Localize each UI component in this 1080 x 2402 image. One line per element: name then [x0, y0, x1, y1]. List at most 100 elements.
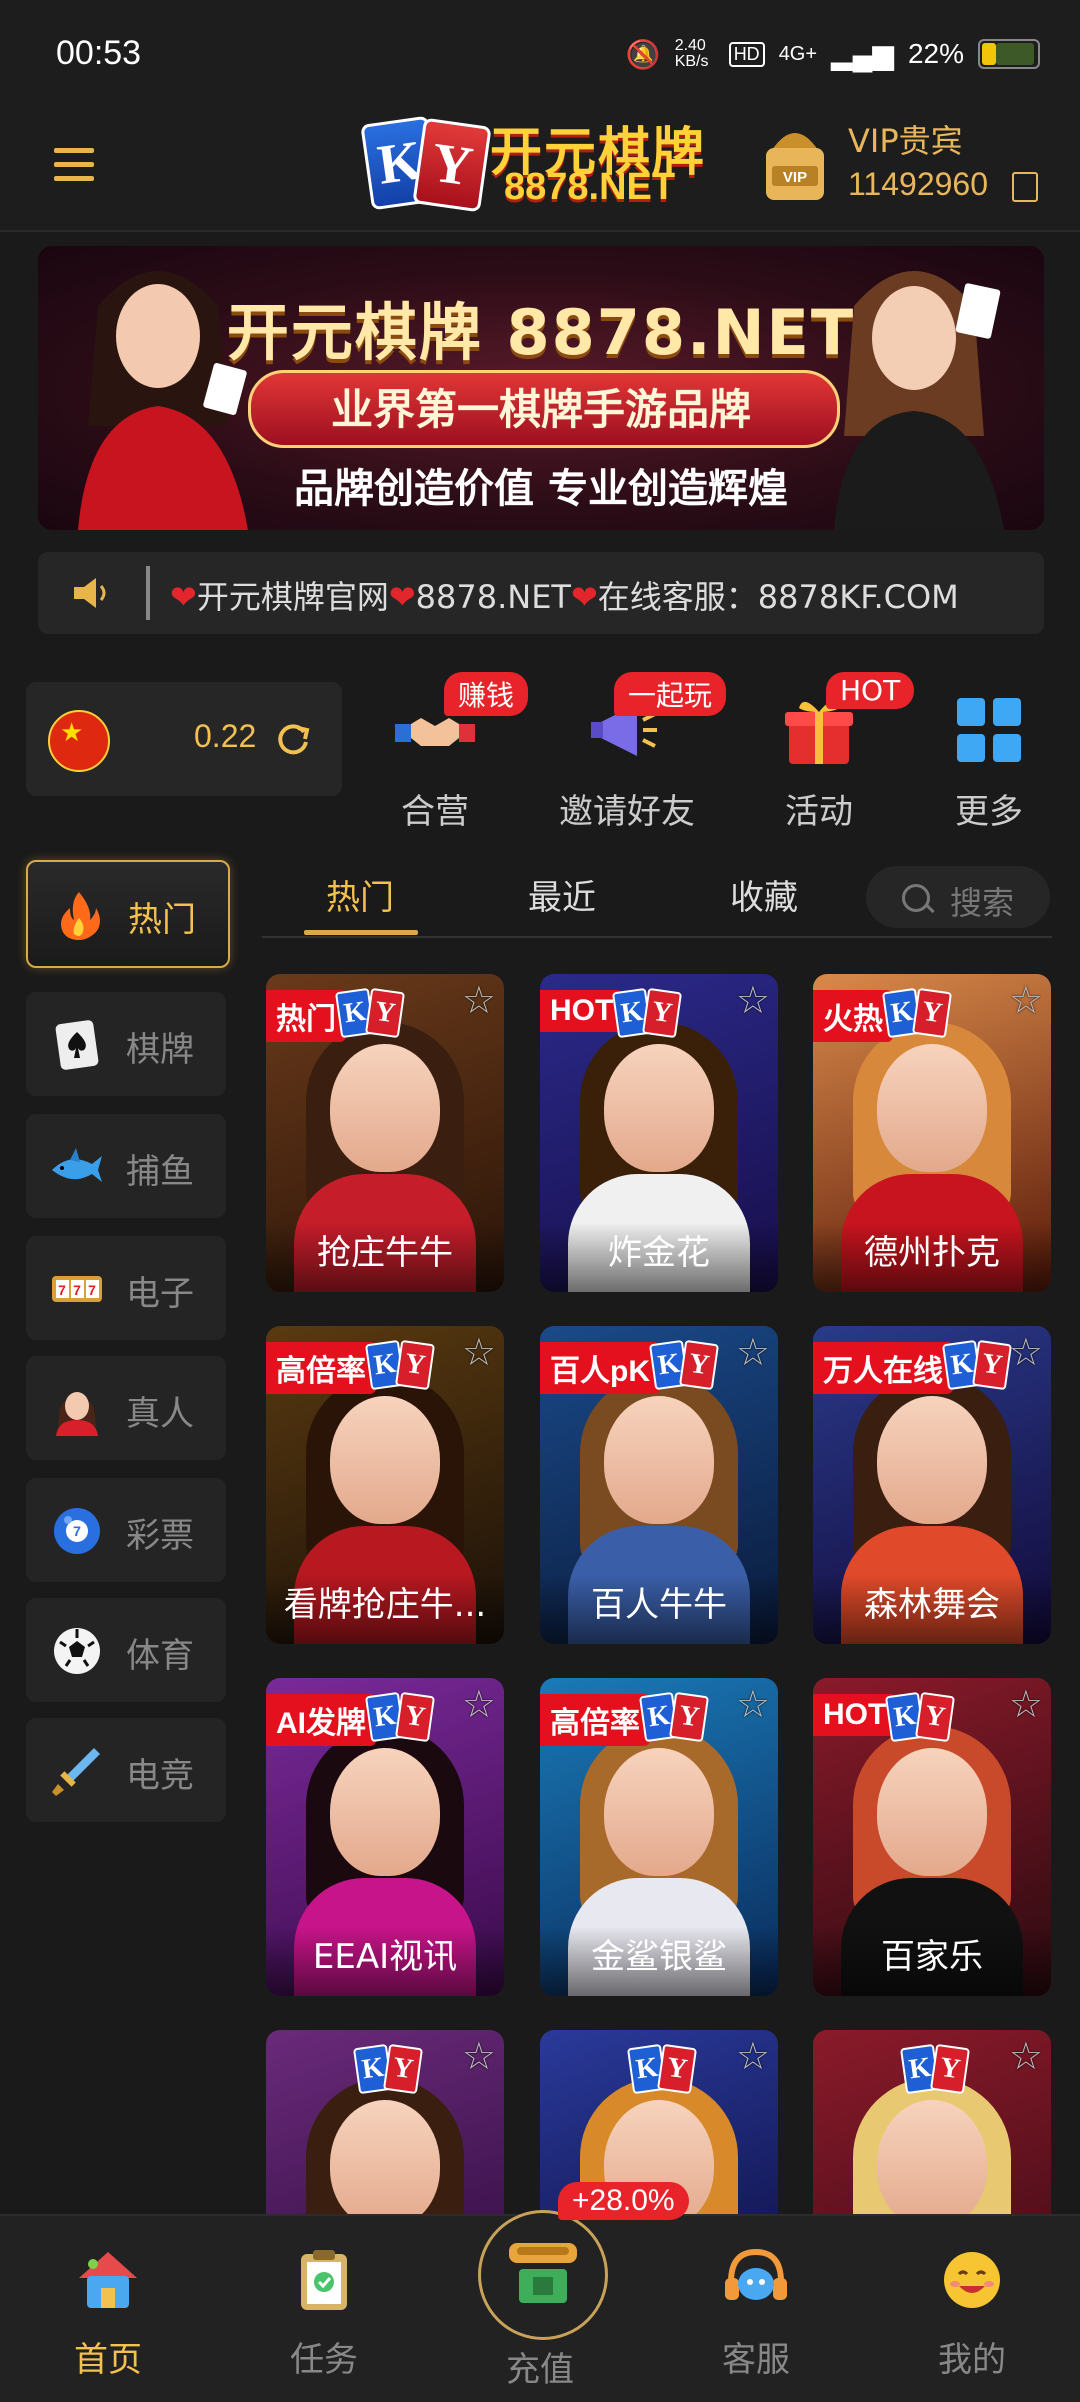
marquee-divider	[146, 566, 150, 620]
ky-logo-icon: KY	[611, 987, 683, 1039]
favorite-star-icon[interactable]: ☆	[1009, 2034, 1043, 2078]
battery-icon	[978, 39, 1040, 69]
quick-action-label: 活动	[785, 792, 853, 832]
nav-tasks[interactable]: 任务	[244, 2214, 404, 2400]
marquee-segment: 开元棋牌官网	[196, 578, 389, 616]
tab-recent[interactable]: 最近	[528, 870, 596, 919]
recharge-bonus-badge: +28.0%	[558, 2182, 689, 2220]
sidebar-item-label: 电子	[126, 1274, 194, 1314]
banner-ribbon-text: 业界第一棋牌手游品牌	[330, 385, 751, 434]
game-card[interactable]: 百人pK K Y ☆ 百人牛牛	[540, 1326, 778, 1644]
banner-title: 开元棋牌 8878.NET	[226, 296, 856, 369]
quick-action-tag: HOT	[826, 672, 915, 709]
mute-bell-icon: 🔕	[625, 38, 661, 70]
grid-icon	[957, 698, 1021, 762]
signal-icon: ▂▄▆	[831, 38, 894, 70]
promo-banner[interactable]: 开元棋牌 8878.NET 业界第一棋牌手游品牌 品牌创造价值 专业创造辉煌	[38, 246, 1044, 530]
sidebar-item-slots[interactable]: 777 电子	[26, 1236, 226, 1340]
sidebar-item-label: 体育	[126, 1636, 194, 1676]
svg-text:7: 7	[73, 1523, 81, 1539]
nav-home[interactable]: 首页	[28, 2214, 188, 2400]
game-card[interactable]: HOT K Y ☆ 炸金花	[540, 974, 778, 1292]
nav-support[interactable]: 客服	[676, 2214, 836, 2400]
ky-logo-icon: KY	[884, 1691, 956, 1743]
quick-action-more[interactable]: 更多	[904, 672, 1074, 832]
game-card[interactable]: 高倍率 K Y ☆ 金鲨银鲨	[540, 1678, 778, 1996]
game-art-face	[604, 1396, 714, 1524]
ky-logo-icon: KY	[364, 1339, 436, 1391]
lottery-ball-icon: 7	[54, 1508, 100, 1554]
search-button[interactable]: 搜索	[866, 866, 1050, 928]
favorite-star-icon[interactable]: ☆	[736, 1682, 770, 1726]
quick-action-invite[interactable]: 邀请好友 一起玩	[542, 672, 727, 832]
sidebar-item-label: 捕鱼	[126, 1152, 194, 1192]
nav-recharge[interactable]: 充值	[460, 2214, 620, 2400]
sidebar-item-label: 电竞	[126, 1756, 194, 1796]
game-name: EEAI视讯	[266, 1926, 504, 1996]
heart-icon: ❤	[388, 578, 416, 616]
vip-badge-icon[interactable]: VIP	[762, 120, 828, 204]
quick-action-affiliate[interactable]: 合营 赚钱	[350, 672, 529, 832]
game-card[interactable]: HOT K Y ☆ 百家乐	[813, 1678, 1051, 1996]
favorite-star-icon[interactable]: ☆	[1009, 978, 1043, 1022]
favorite-star-icon[interactable]: ☆	[1009, 1682, 1043, 1726]
sidebar-item-esports[interactable]: 电竞	[26, 1718, 226, 1822]
vip-label: VIP贵宾	[848, 122, 963, 160]
sidebar-item-label: 热门	[128, 900, 196, 940]
game-card[interactable]: 火热 K Y ☆ 德州扑克	[813, 974, 1051, 1292]
sidebar-item-hot[interactable]: 热门	[26, 860, 230, 968]
game-card[interactable]: 高倍率 K Y ☆ 看牌抢庄牛...	[266, 1326, 504, 1644]
favorite-star-icon[interactable]: ☆	[736, 2034, 770, 2078]
game-art-face	[604, 1748, 714, 1876]
ky-logo-icon: KY	[648, 1339, 720, 1391]
game-name: 金鲨银鲨	[540, 1926, 778, 1996]
sidebar-item-sports[interactable]: 体育	[26, 1598, 226, 1702]
headset-icon	[725, 2248, 787, 2300]
favorite-star-icon[interactable]: ☆	[462, 1330, 496, 1374]
favorite-star-icon[interactable]: ☆	[736, 978, 770, 1022]
favorite-star-icon[interactable]: ☆	[462, 978, 496, 1022]
game-badge: 高倍率	[540, 1694, 650, 1746]
sidebar-item-fishing[interactable]: 捕鱼	[26, 1114, 226, 1218]
tab-hot[interactable]: 热门	[326, 870, 394, 919]
menu-icon[interactable]	[54, 148, 94, 182]
wallet-card: ★ 0.22	[26, 682, 342, 796]
game-name: 德州扑克	[813, 1222, 1051, 1292]
favorite-star-icon[interactable]: ☆	[1009, 1330, 1043, 1374]
smiley-icon	[944, 2252, 1000, 2308]
heart-icon: ❤	[570, 578, 598, 616]
sidebar-item-lottery[interactable]: 7 彩票	[26, 1478, 226, 1582]
nav-label: 任务	[290, 2340, 358, 2380]
game-card[interactable]: 万人在线 K Y ☆ 森林舞会	[813, 1326, 1051, 1644]
favorite-star-icon[interactable]: ☆	[736, 1330, 770, 1374]
status-bar: 00:53 🔕 2.40 KB/s HD 4G+ ▂▄▆ 22%	[0, 0, 1080, 110]
game-badge: HOT	[540, 990, 624, 1032]
soccer-ball-icon	[54, 1628, 100, 1674]
ky-logo-icon: KY	[941, 1339, 1013, 1391]
copy-icon[interactable]	[1012, 172, 1038, 202]
game-card[interactable]: AI发牌 K Y ☆ EEAI视讯	[266, 1678, 504, 1996]
hd-icon: HD	[728, 41, 765, 67]
ky-logo-icon: KY	[626, 2043, 698, 2095]
slot-machine-icon: 777	[52, 1276, 102, 1302]
sidebar-item-live[interactable]: 真人	[26, 1356, 226, 1460]
brand-logo: KY 开元棋牌 8878.NET	[360, 110, 712, 213]
game-name: 森林舞会	[813, 1574, 1051, 1644]
favorite-star-icon[interactable]: ☆	[462, 2034, 496, 2078]
spade-card-icon	[55, 1020, 99, 1070]
ky-logo-icon: KY	[334, 987, 406, 1039]
balance-amount: 0.22	[194, 718, 257, 754]
sidebar-item-board[interactable]: 棋牌	[26, 992, 226, 1096]
banner-slogan: 品牌创造价值 专业创造辉煌	[294, 466, 788, 512]
game-art-face	[877, 1396, 987, 1524]
logo-domain: 8878.NET	[504, 166, 676, 208]
tab-favorites[interactable]: 收藏	[730, 870, 798, 919]
favorite-star-icon[interactable]: ☆	[462, 1682, 496, 1726]
game-name: 看牌抢庄牛...	[266, 1574, 504, 1644]
quick-action-events[interactable]: 活动 HOT	[734, 672, 915, 832]
speaker-icon	[74, 578, 106, 608]
refresh-icon[interactable]	[274, 720, 312, 758]
nav-profile[interactable]: 我的	[892, 2214, 1052, 2400]
announcement-marquee[interactable]: ❤开元棋牌官网❤8878.NET❤在线客服：8878KF.COM	[38, 552, 1044, 634]
game-card[interactable]: 热门 K Y ☆ 抢庄牛牛	[266, 974, 504, 1292]
